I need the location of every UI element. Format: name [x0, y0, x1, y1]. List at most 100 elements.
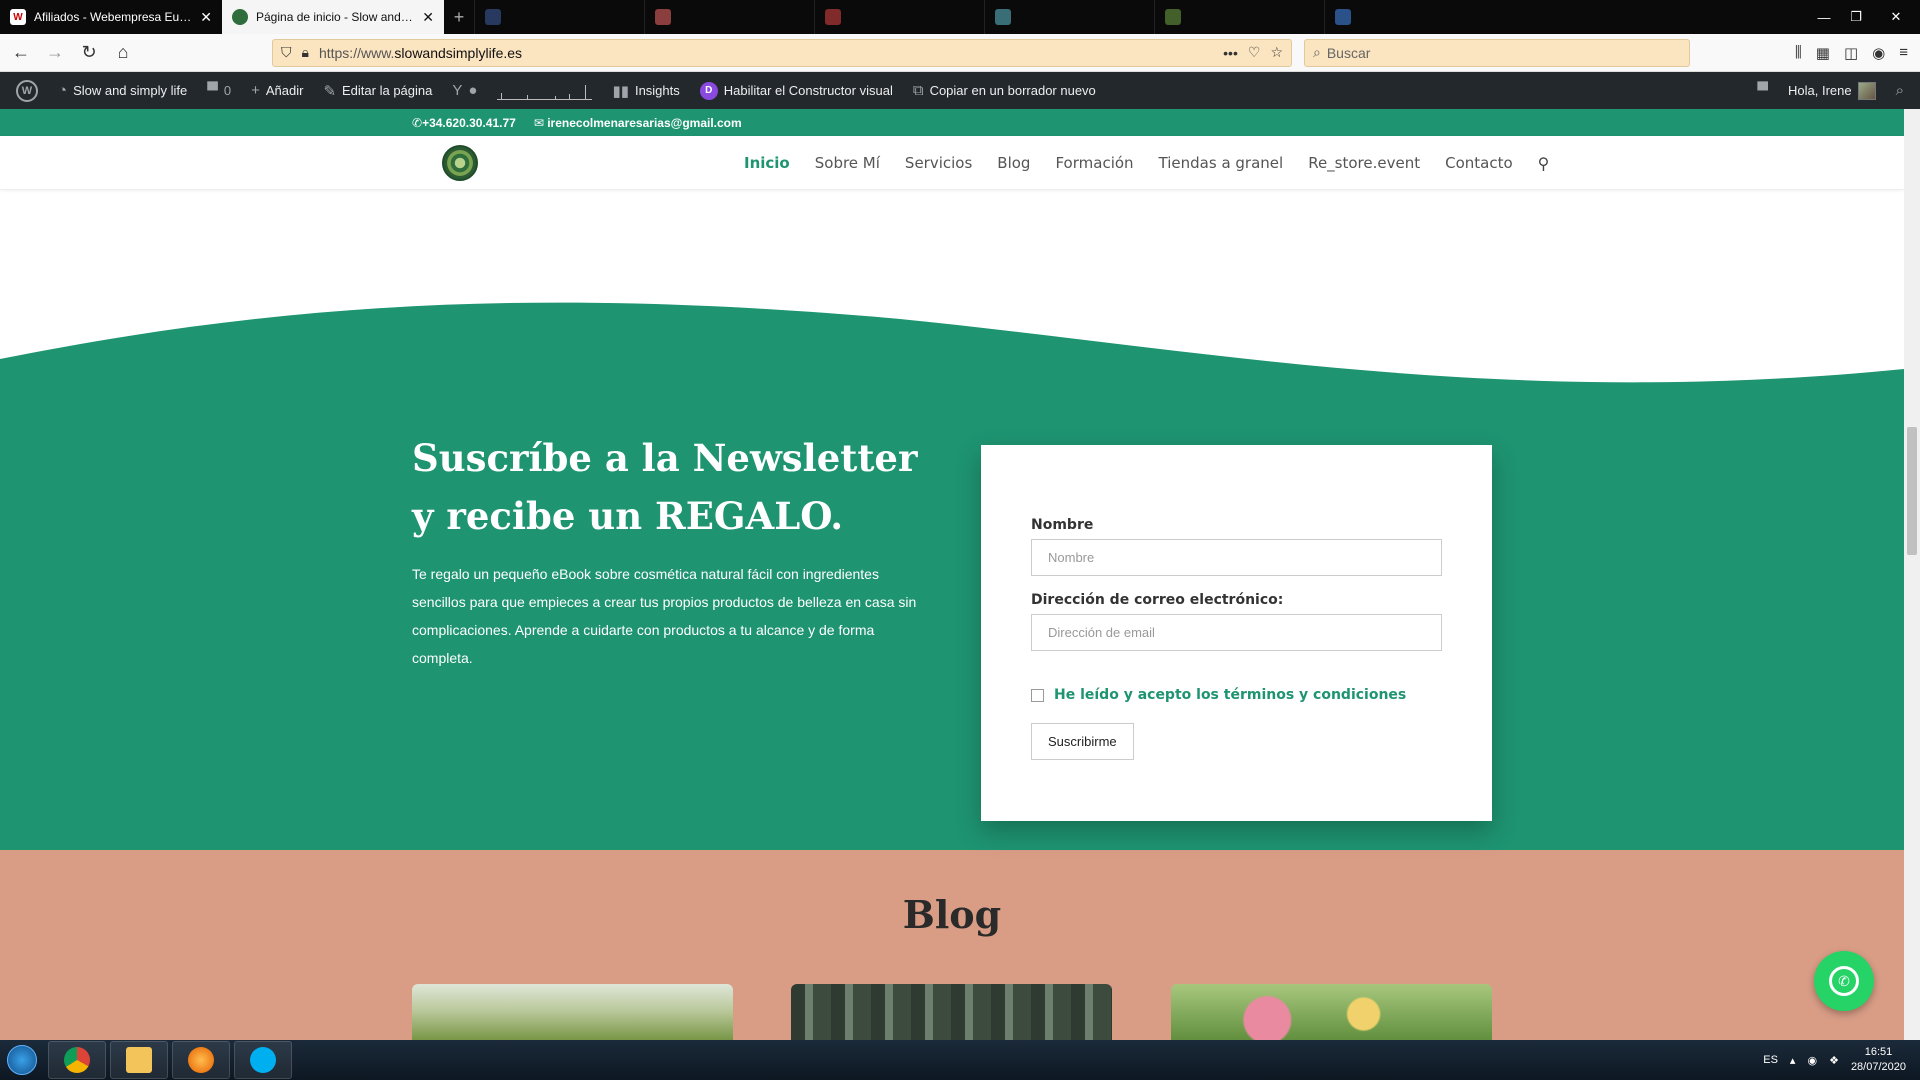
blog-card-image[interactable] — [1171, 984, 1492, 1040]
menu-item-sobre-mi[interactable]: Sobre Mí — [815, 154, 880, 172]
taskbar-explorer[interactable] — [110, 1041, 168, 1079]
terms-checkbox[interactable] — [1031, 688, 1044, 702]
wp-edit-page[interactable]: ✎ Editar la página — [313, 72, 442, 109]
avatar — [1857, 81, 1876, 100]
clock[interactable]: 16:51 28/07/2020 — [1851, 1045, 1906, 1075]
comment-icon: ▀ — [207, 82, 218, 99]
tab-background[interactable] — [984, 0, 1154, 34]
menu-item-inicio[interactable]: Inicio — [744, 154, 790, 172]
tab-background[interactable] — [644, 0, 814, 34]
dropbox-icon[interactable]: ❖ — [1829, 1054, 1839, 1067]
clock-date: 28/07/2020 — [1850, 1061, 1906, 1073]
wp-copy-draft[interactable]: ⧉ Copiar en un borrador nuevo — [903, 72, 1106, 109]
search-icon[interactable]: ⚲ — [1538, 154, 1550, 173]
menu-item-tiendas-granel[interactable]: Tiendas a granel — [1159, 154, 1284, 172]
tab-favicon-icon — [1335, 9, 1351, 25]
webempresa-favicon-icon: W — [10, 9, 26, 25]
wp-bar-right: ▀ Hola, Irene ⌕ — [1747, 81, 1914, 100]
phone-link[interactable]: ✆+34.620.30.41.77 — [412, 116, 516, 130]
blog-section: Blog — [0, 850, 1904, 1040]
maximize-icon[interactable]: ❐ — [1840, 0, 1872, 34]
menu-item-servicios[interactable]: Servicios — [905, 154, 972, 172]
tab-pagina-inicio[interactable]: Página de inicio - Slow and simply life … — [222, 0, 444, 34]
mail-icon: ✉ — [533, 115, 548, 130]
wp-my-account[interactable]: Hola, Irene — [1778, 81, 1886, 100]
shield-icon[interactable]: ⛉ — [281, 44, 292, 61]
tray-app-icon[interactable]: ◉ — [1807, 1054, 1817, 1067]
tab-background[interactable] — [1324, 0, 1494, 34]
dashboard-icon: ◔ — [58, 82, 68, 99]
close-window-icon[interactable]: ✕ — [1872, 0, 1920, 34]
page-scrollbar[interactable] — [1904, 109, 1920, 1040]
wp-yoast[interactable]: Y ● — [442, 72, 487, 109]
home-icon[interactable]: ⌂ — [108, 38, 138, 68]
wp-visual-builder[interactable]: D Habilitar el Constructor visual — [690, 72, 903, 109]
tab-background[interactable] — [474, 0, 644, 34]
wp-stats-sparkline[interactable] — [487, 72, 602, 109]
wp-add-new[interactable]: + Añadir — [241, 72, 313, 109]
tray-expand-icon[interactable]: ▴ — [1790, 1054, 1796, 1067]
subscribe-button[interactable]: Suscribirme — [1031, 723, 1134, 760]
url-bar[interactable]: ⛉ 🔒︎ https://www.slowandsimplylife.es ••… — [272, 38, 1292, 67]
wp-search[interactable]: ⌕ — [1886, 82, 1914, 99]
back-icon[interactable]: ← — [6, 38, 36, 68]
wp-comments[interactable]: ▀ 0 — [197, 72, 241, 109]
taskbar-skype[interactable] — [234, 1041, 292, 1079]
menu-item-blog[interactable]: Blog — [997, 154, 1030, 172]
browser-search-box[interactable]: ⌕ Buscar — [1304, 38, 1690, 67]
scrollbar-thumb[interactable] — [1907, 427, 1917, 555]
copy-draft-label: Copiar en un borrador nuevo — [929, 83, 1096, 98]
taskbar-chrome[interactable] — [48, 1041, 106, 1079]
bookmark-star-icon[interactable]: ☆ — [1270, 44, 1283, 61]
copy-icon: ⧉ — [912, 82, 924, 99]
tab-background[interactable] — [1154, 0, 1324, 34]
tab-background[interactable] — [814, 0, 984, 34]
newsletter-title: Suscríbe a la Newsletter y recibe un REG… — [412, 436, 918, 538]
menu-item-contacto[interactable]: Contacto — [1445, 154, 1513, 172]
language-indicator[interactable]: ES — [1763, 1054, 1778, 1066]
lock-icon[interactable]: 🔒︎ — [302, 44, 309, 61]
library-icon[interactable]: ⫼ — [1795, 44, 1802, 62]
search-icon: ⌕ — [1313, 44, 1321, 60]
news-icon[interactable]: ▦ — [1816, 44, 1830, 62]
tab-close-icon[interactable]: ✕ — [200, 9, 212, 26]
whatsapp-button[interactable]: ✆ — [1814, 951, 1874, 1011]
start-button[interactable] — [0, 1040, 44, 1080]
tab-afiliados[interactable]: W Afiliados - Webempresa Europa ✕ — [0, 0, 222, 34]
wp-logo-menu[interactable]: W — [6, 72, 48, 109]
new-tab-icon[interactable]: + — [444, 0, 474, 34]
name-input[interactable] — [1031, 539, 1442, 576]
menu-item-formacion[interactable]: Formación — [1055, 154, 1133, 172]
minimize-icon[interactable]: — — [1808, 0, 1840, 34]
menu-item-restore-event[interactable]: Re_store.event — [1308, 154, 1420, 172]
blog-card-image[interactable] — [412, 984, 733, 1040]
main-header: Inicio Sobre Mí Servicios Blog Formación… — [0, 136, 1904, 190]
tab-close-icon[interactable]: ✕ — [422, 9, 434, 26]
account-icon[interactable]: ◉ — [1872, 44, 1885, 62]
page-actions-icon[interactable]: ••• — [1223, 45, 1238, 61]
sidebar-icon[interactable]: ◫ — [1844, 44, 1858, 62]
wp-notifications[interactable]: ▀ — [1747, 82, 1778, 99]
system-tray: ES ▴ ◉ ❖ 16:51 28/07/2020 — [1763, 1045, 1920, 1075]
forward-icon[interactable]: → — [40, 38, 70, 68]
name-label: Nombre — [1031, 517, 1094, 533]
main-menu: Inicio Sobre Mí Servicios Blog Formación… — [744, 136, 1549, 190]
terms-row: He leído y acepto los términos y condici… — [1031, 687, 1442, 703]
email-input[interactable] — [1031, 614, 1442, 651]
navigation-bar: ← → ↻ ⌂ ⛉ 🔒︎ https://www.slowandsimplyli… — [0, 34, 1920, 72]
url-text[interactable]: https://www.slowandsimplylife.es — [319, 45, 1213, 61]
terms-label[interactable]: He leído y acepto los términos y condici… — [1054, 687, 1406, 703]
tab-strip: W Afiliados - Webempresa Europa ✕ Página… — [0, 0, 1920, 34]
pocket-icon[interactable]: ♡ — [1248, 44, 1261, 61]
wp-site-name[interactable]: ◔ Slow and simply life — [48, 72, 197, 109]
edit-label: Editar la página — [342, 83, 433, 98]
email-link[interactable]: ✉ irenecolmenaresarias@gmail.com — [534, 116, 742, 130]
taskbar-firefox[interactable] — [172, 1041, 230, 1079]
stats-sparkline — [497, 82, 593, 100]
menu-icon[interactable]: ≡ — [1899, 44, 1908, 62]
reload-icon[interactable]: ↻ — [74, 38, 104, 68]
blog-card-image[interactable] — [791, 984, 1112, 1040]
wp-insights[interactable]: ▮▮ Insights — [602, 72, 689, 109]
tab-favicon-icon — [825, 9, 841, 25]
site-logo[interactable] — [442, 145, 478, 181]
